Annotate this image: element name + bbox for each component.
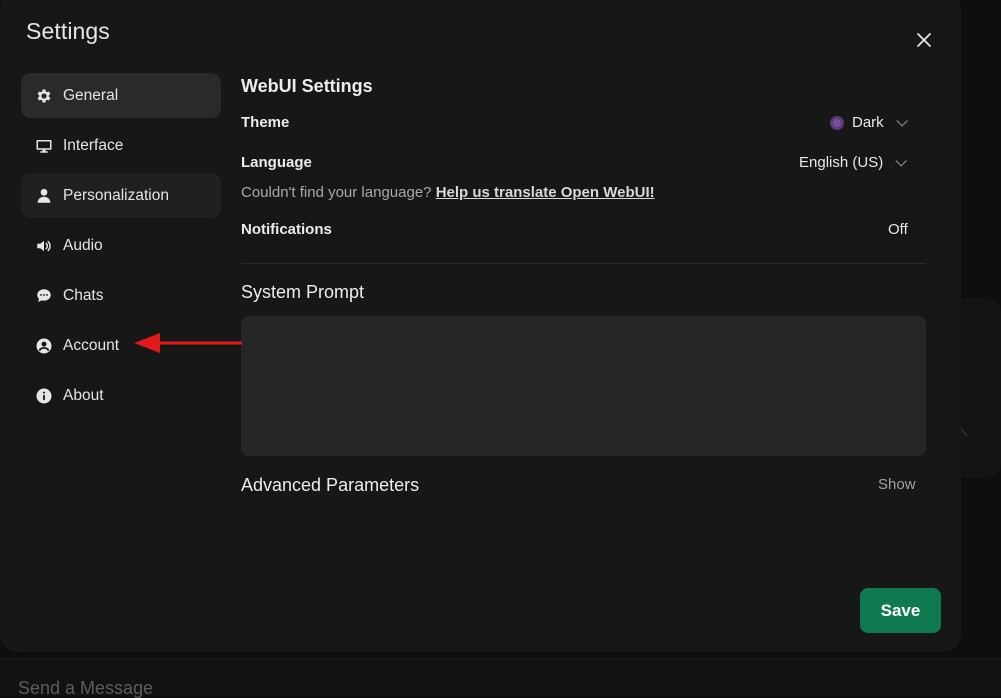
language-value: English (US) — [799, 154, 883, 171]
sidebar-item-interface[interactable]: Interface — [21, 123, 221, 168]
close-button[interactable] — [912, 28, 936, 52]
sidebar-item-about[interactable]: About — [21, 373, 221, 418]
chat-bubble-icon — [34, 286, 54, 306]
theme-color-icon — [830, 116, 844, 130]
close-icon — [912, 28, 936, 52]
language-label: Language — [241, 154, 312, 171]
language-hint: Couldn't find your language? Help us tra… — [241, 184, 655, 201]
user-icon — [34, 186, 54, 206]
notifications-value: Off — [888, 221, 908, 238]
sidebar-item-personalization[interactable]: Personalization — [21, 173, 221, 218]
speaker-icon — [34, 236, 54, 256]
theme-label: Theme — [241, 114, 289, 131]
gear-icon — [34, 86, 54, 106]
theme-value: Dark — [852, 114, 884, 131]
section-divider — [241, 263, 926, 264]
translate-link[interactable]: Help us translate Open WebUI! — [436, 184, 655, 201]
sidebar-item-audio[interactable]: Audio — [21, 223, 221, 268]
save-button[interactable]: Save — [860, 588, 941, 633]
user-circle-icon — [34, 336, 54, 356]
advanced-show-toggle[interactable]: Show — [878, 476, 916, 493]
notifications-label: Notifications — [241, 221, 332, 238]
sidebar-item-chats[interactable]: Chats — [21, 273, 221, 318]
sidebar-item-general[interactable]: General — [21, 73, 221, 118]
sidebar-item-label: Chats — [63, 287, 104, 305]
annotation-arrow-icon — [132, 330, 244, 356]
advanced-parameters-title: Advanced Parameters — [241, 475, 419, 496]
monitor-icon — [34, 136, 54, 156]
info-icon — [34, 386, 54, 406]
sidebar-item-label: Audio — [63, 237, 103, 255]
system-prompt-textarea[interactable] — [241, 316, 926, 456]
notifications-toggle[interactable]: Off — [888, 221, 908, 238]
sidebar-item-label: Personalization — [63, 187, 169, 205]
modal-title: Settings — [26, 18, 110, 45]
sidebar-item-label: General — [63, 87, 118, 105]
system-prompt-title: System Prompt — [241, 282, 364, 303]
sidebar-item-label: About — [63, 387, 104, 405]
theme-select[interactable]: Dark — [830, 114, 904, 131]
sidebar-item-label: Account — [63, 337, 119, 355]
settings-sidebar: General Interface Personalization Audio … — [21, 73, 221, 423]
language-hint-text: Couldn't find your language? — [241, 184, 432, 201]
language-select[interactable]: English (US) — [799, 154, 903, 171]
section-title-webui-settings: WebUI Settings — [241, 76, 373, 97]
message-input[interactable] — [18, 678, 318, 698]
sidebar-item-label: Interface — [63, 137, 123, 155]
